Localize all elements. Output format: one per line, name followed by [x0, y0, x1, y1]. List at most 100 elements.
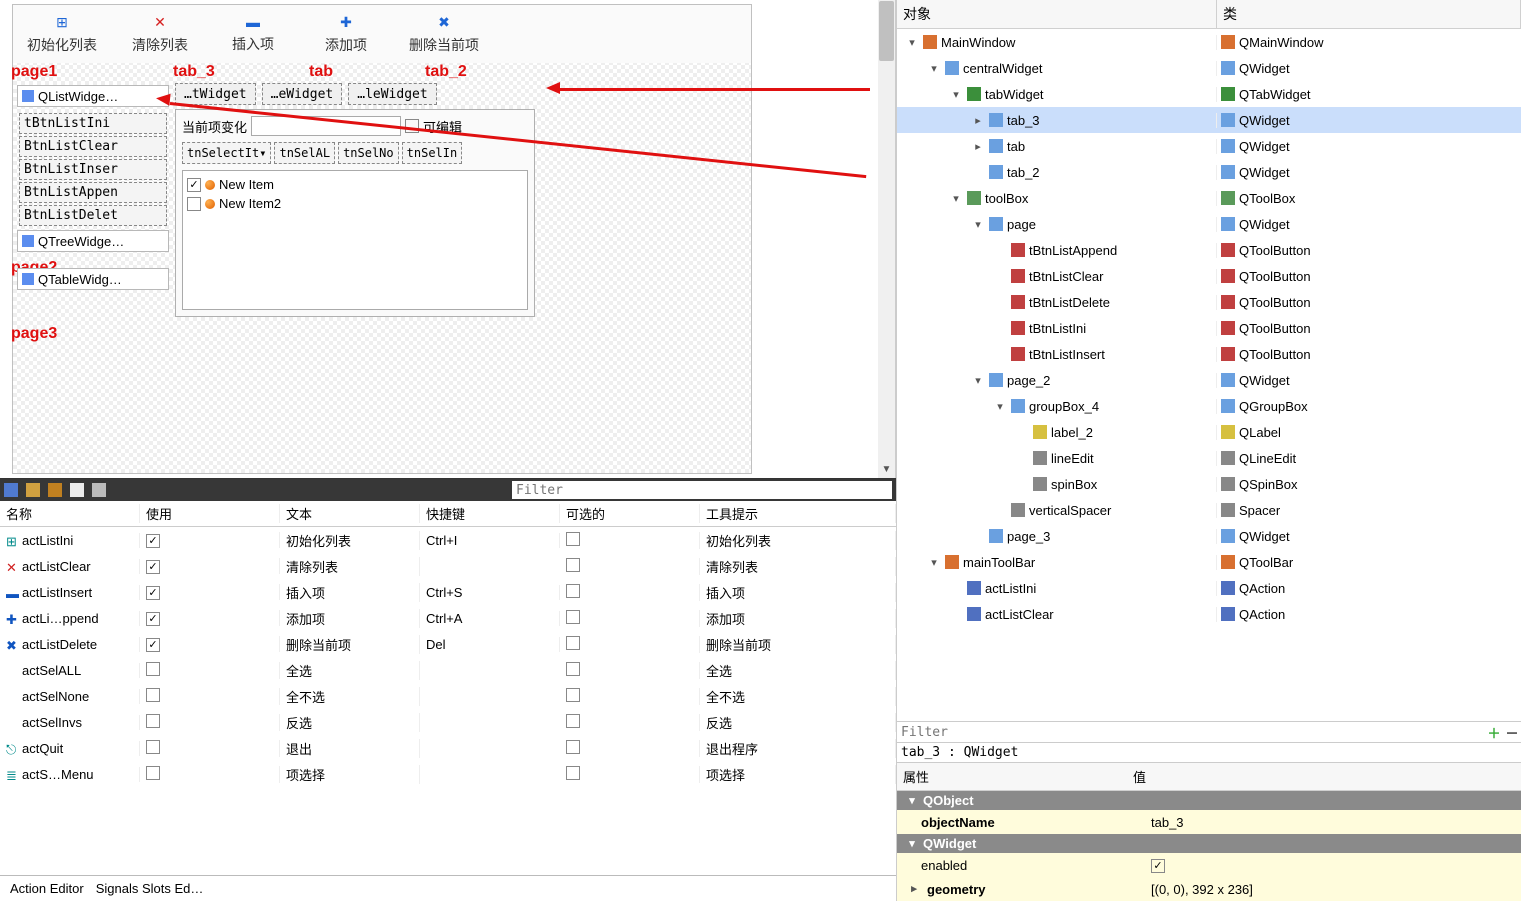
tree-row[interactable]: ▾toolBoxQToolBox: [897, 185, 1521, 211]
action-optional-checkbox[interactable]: [566, 532, 580, 546]
tree-toggle-icon[interactable]: ▾: [905, 36, 919, 49]
tree-row[interactable]: spinBoxQSpinBox: [897, 471, 1521, 497]
toolbox-button[interactable]: BtnListClear: [19, 136, 167, 157]
action-row[interactable]: ≣actS…Menu 项选择 项选择: [0, 761, 896, 787]
tree-row[interactable]: ▾centralWidgetQWidget: [897, 55, 1521, 81]
toolbox-button[interactable]: BtnListDelet: [19, 205, 167, 226]
action-row[interactable]: actSelALL 全选 全选: [0, 657, 896, 683]
tree-row[interactable]: ▾tabWidgetQTabWidget: [897, 81, 1521, 107]
property-row[interactable]: enabled: [897, 853, 1521, 877]
toolbar-action[interactable]: ✕清除列表: [111, 5, 209, 63]
tree-row[interactable]: tBtnListIniQToolButton: [897, 315, 1521, 341]
action-optional-checkbox[interactable]: [566, 636, 580, 650]
action-tb-icon[interactable]: [70, 483, 84, 497]
action-optional-checkbox[interactable]: [566, 740, 580, 754]
action-optional-checkbox[interactable]: [566, 714, 580, 728]
toolbar-action[interactable]: ✚添加项: [297, 5, 395, 63]
tree-row[interactable]: ▸tab_3QWidget: [897, 107, 1521, 133]
tree-toggle-icon[interactable]: ▾: [927, 556, 941, 569]
action-row[interactable]: ✖actListDelete 删除当前项 Del 删除当前项: [0, 631, 896, 657]
tree-row[interactable]: ▾page_2QWidget: [897, 367, 1521, 393]
tab-button[interactable]: …leWidget: [348, 83, 436, 105]
remove-property-icon[interactable]: －: [1503, 723, 1521, 742]
action-tb-icon[interactable]: [92, 483, 106, 497]
current-item-input[interactable]: [251, 116, 401, 136]
prop-col-name[interactable]: 属性: [897, 763, 1127, 790]
action-tb-icon[interactable]: [4, 483, 18, 497]
action-use-checkbox[interactable]: [146, 714, 160, 728]
action-use-checkbox[interactable]: [146, 766, 160, 780]
action-use-checkbox[interactable]: [146, 560, 160, 574]
tab-button[interactable]: …eWidget: [262, 83, 343, 105]
scroll-thumb[interactable]: [879, 1, 894, 61]
toolbar-action[interactable]: ▬插入项: [209, 5, 297, 63]
list-item-checkbox[interactable]: [187, 197, 201, 211]
tree-row[interactable]: tBtnListAppendQToolButton: [897, 237, 1521, 263]
editable-checkbox[interactable]: [405, 119, 419, 133]
action-optional-checkbox[interactable]: [566, 766, 580, 780]
tree-row[interactable]: ▾MainWindowQMainWindow: [897, 29, 1521, 55]
action-tb-icon[interactable]: [26, 483, 40, 497]
action-col-header[interactable]: 可选的: [560, 504, 700, 523]
action-row[interactable]: actSelInvs 反选 反选: [0, 709, 896, 735]
list-item[interactable]: New Item: [187, 175, 523, 194]
action-optional-checkbox[interactable]: [566, 662, 580, 676]
tree-row[interactable]: ▾groupBox_4QGroupBox: [897, 393, 1521, 419]
toolbox-button[interactable]: tBtnListIni: [19, 113, 167, 134]
list-item[interactable]: New Item2: [187, 194, 523, 213]
property-row[interactable]: objectNametab_3: [897, 810, 1521, 834]
select-button[interactable]: tnSelNo: [338, 142, 399, 164]
toolbox-page-1[interactable]: QListWidge…: [17, 85, 169, 107]
property-value[interactable]: [1127, 857, 1521, 873]
add-property-icon[interactable]: ＋: [1485, 723, 1503, 742]
property-row[interactable]: ▸geometry[(0, 0), 392 x 236]: [897, 877, 1521, 901]
design-scrollbar[interactable]: ▲ ▼: [878, 0, 895, 478]
action-use-checkbox[interactable]: [146, 740, 160, 754]
toolbox-page-3[interactable]: QTableWidg…: [17, 268, 169, 290]
form-canvas[interactable]: ⊞初始化列表✕清除列表▬插入项✚添加项✖删除当前项 page1 tab_3 ta…: [12, 4, 752, 474]
action-optional-checkbox[interactable]: [566, 610, 580, 624]
action-row[interactable]: ▬actListInsert 插入项 Ctrl+S 插入项: [0, 579, 896, 605]
tree-toggle-icon[interactable]: ▾: [971, 218, 985, 231]
tree-row[interactable]: ▸tabQWidget: [897, 133, 1521, 159]
tree-row[interactable]: verticalSpacerSpacer: [897, 497, 1521, 523]
action-tb-icon[interactable]: [48, 483, 62, 497]
action-filter-input[interactable]: [512, 481, 892, 499]
property-value[interactable]: [(0, 0), 392 x 236]: [1127, 882, 1521, 897]
action-use-checkbox[interactable]: [146, 688, 160, 702]
tree-toggle-icon[interactable]: ▸: [971, 114, 985, 127]
tree-toggle-icon[interactable]: ▾: [949, 88, 963, 101]
tree-row[interactable]: actListIniQAction: [897, 575, 1521, 601]
select-button[interactable]: tnSelectIt▾: [182, 142, 271, 164]
tree-row[interactable]: tBtnListDeleteQToolButton: [897, 289, 1521, 315]
action-row[interactable]: ✚actLi…ppend 添加项 Ctrl+A 添加项: [0, 605, 896, 631]
tree-row[interactable]: ▾mainToolBarQToolBar: [897, 549, 1521, 575]
tab-button[interactable]: …tWidget: [175, 83, 256, 105]
action-col-header[interactable]: 文本: [280, 504, 420, 523]
tree-toggle-icon[interactable]: ▾: [949, 192, 963, 205]
tree-toggle-icon[interactable]: ▾: [971, 374, 985, 387]
tab-signals-slots[interactable]: Signals Slots Ed…: [96, 881, 204, 896]
toolbar-action[interactable]: ✖删除当前项: [395, 5, 493, 63]
insp-col-class[interactable]: 类: [1217, 0, 1521, 28]
tree-row[interactable]: actListClearQAction: [897, 601, 1521, 627]
tree-row[interactable]: tab_2QWidget: [897, 159, 1521, 185]
property-group[interactable]: ▾QWidget: [897, 834, 1521, 853]
action-optional-checkbox[interactable]: [566, 688, 580, 702]
action-row[interactable]: ⎋actQuit 退出 退出程序: [0, 735, 896, 761]
scroll-down-icon[interactable]: ▼: [878, 461, 895, 478]
tree-toggle-icon[interactable]: ▾: [993, 400, 1007, 413]
action-use-checkbox[interactable]: [146, 612, 160, 626]
tree-row[interactable]: tBtnListInsertQToolButton: [897, 341, 1521, 367]
toolbox-button[interactable]: BtnListAppen: [19, 182, 167, 203]
action-use-checkbox[interactable]: [146, 586, 160, 600]
action-use-checkbox[interactable]: [146, 638, 160, 652]
select-button[interactable]: tnSelIn: [402, 142, 463, 164]
tree-row[interactable]: page_3QWidget: [897, 523, 1521, 549]
action-use-checkbox[interactable]: [146, 534, 160, 548]
action-row[interactable]: actSelNone 全不选 全不选: [0, 683, 896, 709]
tree-row[interactable]: ▾pageQWidget: [897, 211, 1521, 237]
insp-col-object[interactable]: 对象: [897, 0, 1217, 28]
tree-row[interactable]: tBtnListClearQToolButton: [897, 263, 1521, 289]
tree-toggle-icon[interactable]: ▸: [971, 140, 985, 153]
